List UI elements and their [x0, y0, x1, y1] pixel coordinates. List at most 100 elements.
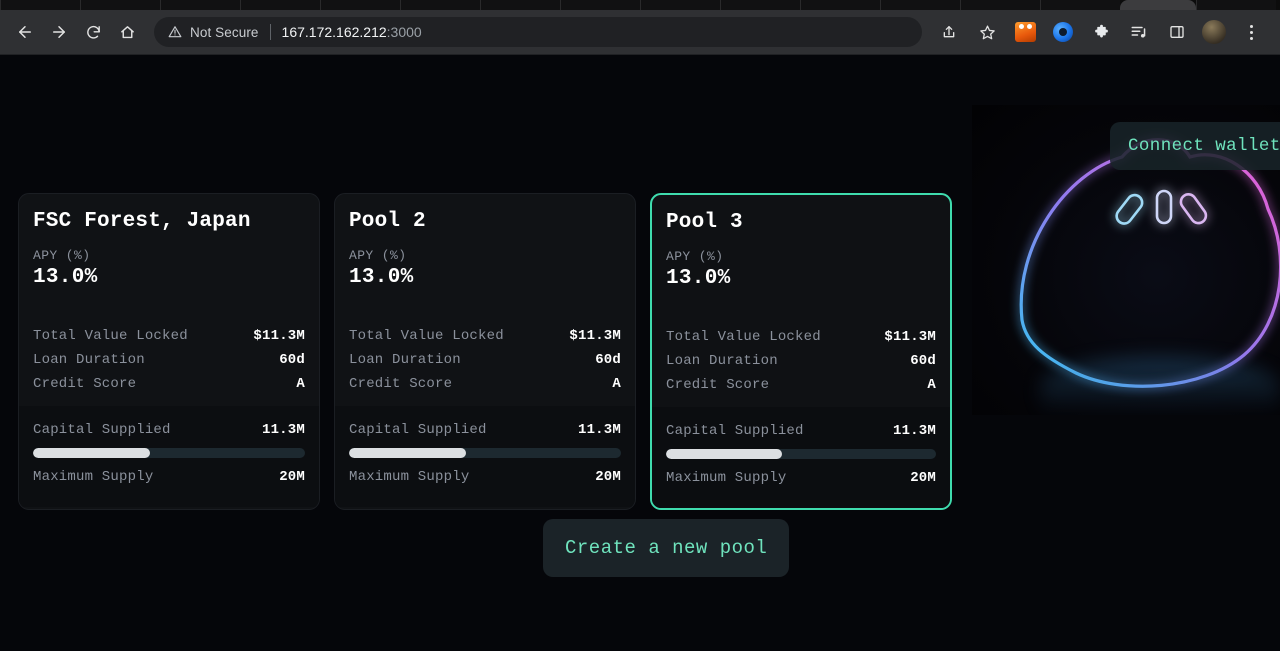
pool-card-footer: Capital Supplied 11.3M Maximum Supply 20M: [652, 407, 950, 508]
avatar[interactable]: [1202, 20, 1226, 44]
stat-label: Total Value Locked: [666, 329, 821, 345]
browser-tab[interactable]: [320, 0, 400, 10]
browser-tab[interactable]: [400, 0, 480, 10]
bookmark-star-icon[interactable]: [973, 18, 1001, 46]
pool-card[interactable]: Pool 2 APY (%) 13.0% Total Value Locked $11.…: [334, 193, 636, 510]
browser-tab[interactable]: [800, 0, 880, 10]
stat-label: Loan Duration: [666, 353, 778, 369]
browser-chrome: Not Secure 167.172.162.212:3000: [0, 0, 1280, 55]
stat-row: Total Value Locked $11.3M: [349, 324, 621, 348]
omnibox-divider: [269, 24, 271, 40]
browser-menu-icon[interactable]: [1237, 18, 1265, 46]
stat-label: Credit Score: [349, 376, 453, 392]
forward-icon[interactable]: [44, 17, 74, 47]
supply-progress-bar: [349, 448, 621, 458]
extensions-puzzle-icon[interactable]: [1087, 18, 1115, 46]
pool-card-body: FSC Forest, Japan APY (%) 13.0% Total Value…: [19, 194, 319, 406]
stat-label: Loan Duration: [349, 352, 461, 368]
supply-progress-fill: [33, 448, 150, 458]
capital-supplied-label: Capital Supplied: [666, 423, 804, 439]
home-icon[interactable]: [112, 17, 142, 47]
tab-strip[interactable]: [0, 0, 1280, 10]
stat-value: A: [612, 376, 621, 392]
browser-tab[interactable]: [1040, 0, 1120, 10]
browser-tab-active[interactable]: [1120, 0, 1196, 10]
stat-value: 60d: [279, 352, 305, 368]
capital-supplied-label: Capital Supplied: [33, 422, 171, 438]
create-new-pool-button[interactable]: Create a new pool: [543, 519, 790, 577]
stat-row: Credit Score A: [666, 373, 936, 397]
pool-card-body: Pool 2 APY (%) 13.0% Total Value Locked $11.…: [335, 194, 635, 406]
reading-list-icon[interactable]: [1125, 18, 1153, 46]
pool-card-body: Pool 3 APY (%) 13.0% Total Value Locked $11.…: [652, 195, 950, 407]
not-secure-warning-icon: [168, 25, 182, 39]
pool-card-footer: Capital Supplied 11.3M Maximum Supply 20M: [19, 406, 319, 507]
toolbar-actions: [930, 18, 1270, 46]
pool-title: Pool 3: [666, 211, 743, 234]
browser-tab[interactable]: [160, 0, 240, 10]
stat-label: Total Value Locked: [349, 328, 504, 344]
address-bar[interactable]: Not Secure 167.172.162.212:3000: [154, 17, 922, 47]
browser-tab[interactable]: [560, 0, 640, 10]
stat-row: Loan Duration 60d: [33, 348, 305, 372]
capital-supplied-row: Capital Supplied 11.3M: [666, 419, 936, 443]
apy-label: APY (%): [33, 248, 91, 263]
pool-card-footer: Capital Supplied 11.3M Maximum Supply 20M: [335, 406, 635, 507]
browser-tab[interactable]: [960, 0, 1040, 10]
stat-label: Credit Score: [666, 377, 770, 393]
browser-tab[interactable]: [80, 0, 160, 10]
supply-progress-bar: [666, 449, 936, 459]
pool-card-list: FSC Forest, Japan APY (%) 13.0% Total Value…: [18, 193, 952, 510]
apy-value: 13.0%: [349, 266, 414, 289]
stat-row: Total Value Locked $11.3M: [666, 325, 936, 349]
browser-tab[interactable]: [640, 0, 720, 10]
maximum-supply-value: 20M: [595, 469, 621, 485]
stat-label: Loan Duration: [33, 352, 145, 368]
share-icon[interactable]: [935, 18, 963, 46]
stat-row: Loan Duration 60d: [666, 349, 936, 373]
maximum-supply-row: Maximum Supply 20M: [666, 466, 936, 490]
browser-tab[interactable]: [1196, 0, 1276, 10]
maximum-supply-row: Maximum Supply 20M: [33, 465, 305, 489]
browser-tab[interactable]: [480, 0, 560, 10]
supply-progress-fill: [349, 448, 466, 458]
pool-card[interactable]: FSC Forest, Japan APY (%) 13.0% Total Value…: [18, 193, 320, 510]
stat-row: Credit Score A: [349, 372, 621, 396]
pool-stats: Total Value Locked $11.3M Loan Duration 60d…: [33, 324, 305, 396]
pool-card-selected[interactable]: Pool 3 APY (%) 13.0% Total Value Locked $11.…: [650, 193, 952, 510]
stat-value: $11.3M: [884, 329, 936, 345]
apy-value: 13.0%: [33, 266, 98, 289]
browser-tab[interactable]: [0, 0, 80, 10]
neon-reflection: [1039, 357, 1280, 415]
maximum-supply-label: Maximum Supply: [349, 469, 470, 485]
stat-value: 60d: [595, 352, 621, 368]
stat-label: Total Value Locked: [33, 328, 188, 344]
maximum-supply-value: 20M: [910, 470, 936, 486]
supply-progress-fill: [666, 449, 783, 459]
apy-label: APY (%): [666, 249, 724, 264]
maximum-supply-value: 20M: [279, 469, 305, 485]
pool-title: FSC Forest, Japan: [33, 210, 251, 233]
apy-value: 13.0%: [666, 267, 731, 290]
capital-supplied-value: 11.3M: [261, 422, 305, 438]
reload-icon[interactable]: [78, 17, 108, 47]
connect-wallet-button[interactable]: Connect wallet: [1110, 122, 1280, 170]
metamask-extension-icon[interactable]: [1011, 18, 1039, 46]
browser-tab[interactable]: [240, 0, 320, 10]
stat-value: $11.3M: [253, 328, 305, 344]
maximum-supply-label: Maximum Supply: [666, 470, 787, 486]
capital-supplied-value: 11.3M: [577, 422, 621, 438]
pool-stats: Total Value Locked $11.3M Loan Duration 60d…: [349, 324, 621, 396]
side-panel-icon[interactable]: [1163, 18, 1191, 46]
back-icon[interactable]: [10, 17, 40, 47]
security-status-label: Not Secure: [190, 24, 259, 40]
wallet-extension-icon[interactable]: [1049, 18, 1077, 46]
browser-tab[interactable]: [880, 0, 960, 10]
pool-stats: Total Value Locked $11.3M Loan Duration 60d…: [666, 325, 936, 397]
browser-tab[interactable]: [720, 0, 800, 10]
url-port: :3000: [386, 24, 422, 40]
apy-label: APY (%): [349, 248, 407, 263]
stat-row: Credit Score A: [33, 372, 305, 396]
stat-value: $11.3M: [569, 328, 621, 344]
page-content: Connect wallet FSC Forest, Japan APY (%) 1…: [0, 55, 1280, 651]
